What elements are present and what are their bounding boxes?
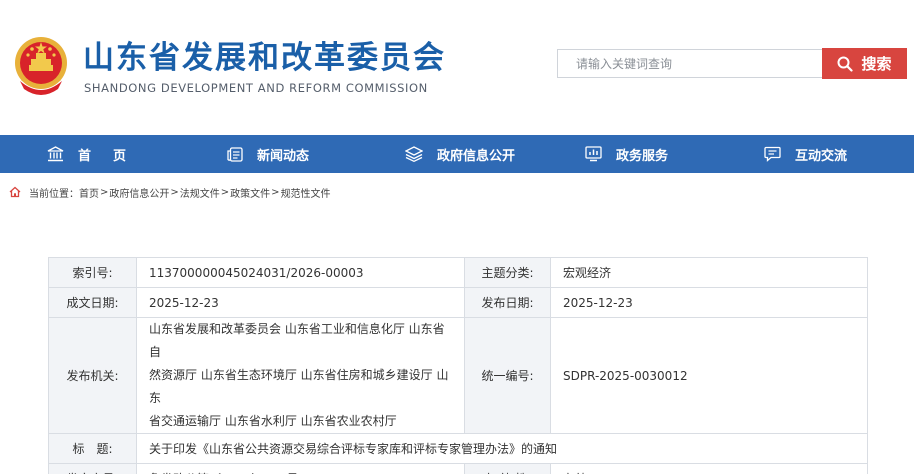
home-icon [9, 186, 21, 198]
layers-icon [405, 146, 423, 162]
site-header: 山东省发展和改革委员会 SHANDONG DEVELOPMENT AND REF… [0, 0, 914, 135]
topic-label: 主题分类: [464, 257, 551, 288]
doc-number-label: 发文字号: [48, 463, 137, 474]
nav-item-label: 政务服务 [616, 148, 669, 164]
index-label: 索引号: [48, 257, 137, 288]
breadcrumb-separator: > [220, 186, 230, 198]
issuer-value: 山东省发展和改革委员会 山东省工业和信息化厅 山东省自 然资源厅 山东省生态环境… [136, 317, 465, 434]
nav-item-services[interactable]: 政务服务 [585, 135, 668, 173]
code-label: 统一编号: [464, 317, 551, 434]
nav-item-gov-info[interactable]: 政府信息公开 [405, 135, 515, 173]
search-button-label: 搜索 [861, 55, 892, 73]
search-input[interactable] [558, 50, 822, 77]
search-button[interactable]: 搜索 [822, 48, 907, 79]
table-row: 发布机关: 山东省发展和改革委员会 山东省工业和信息化厅 山东省自 然资源厅 山… [48, 317, 868, 434]
date-value: 2025-12-23 [136, 287, 465, 318]
nav-item-label: 政府信息公开 [437, 148, 516, 164]
breadcrumb-item-gov-info[interactable]: 政府信息公开 [109, 185, 169, 200]
issuer-line: 山东省发展和改革委员会 山东省工业和信息化厅 山东省自 [149, 322, 445, 359]
breadcrumb-separator: > [170, 186, 179, 198]
nav-item-news[interactable]: 新闻动态 [227, 135, 309, 173]
publish-date-label: 发布日期: [464, 287, 551, 318]
news-icon [227, 146, 243, 162]
search-icon [837, 56, 854, 72]
table-row: 标 题: 关于印发《山东省公共资源交易综合评标专家库和评标专家管理办法》的通知 [48, 433, 868, 464]
breadcrumb-item-regulations[interactable]: 法规文件 [180, 185, 220, 200]
national-emblem-icon [15, 37, 67, 95]
breadcrumb: 当前位置： 首页 > 政府信息公开 > 法规文件 > 政策文件 > 规范性文件 [9, 185, 331, 200]
nav-item-home[interactable]: 首页 [47, 135, 148, 173]
search-box [557, 49, 823, 78]
table-row: 成文日期: 2025-12-23 发布日期: 2025-12-23 [48, 287, 868, 318]
topic-value: 宏观经济 [550, 257, 868, 288]
breadcrumb-item-policy[interactable]: 政策文件 [230, 185, 270, 200]
validity-value: 有效 [550, 463, 868, 474]
breadcrumb-prefix: 当前位置： [29, 188, 79, 200]
breadcrumb-separator: > [100, 186, 109, 198]
index-value: 113700000045024031/2026-00003 [136, 257, 465, 288]
nav-item-label: 首页 [78, 148, 149, 164]
site-title: 山东省发展和改革委员会 [83, 40, 446, 76]
validity-label: 有 效 性: [464, 463, 551, 474]
breadcrumb-separator: > [271, 186, 280, 198]
title-value: 关于印发《山东省公共资源交易综合评标专家库和评标专家管理办法》的通知 [136, 433, 868, 464]
code-value: SDPR-2025-0030012 [550, 317, 868, 434]
breadcrumb-item-home[interactable]: 首页 [79, 185, 99, 200]
title-label: 标 题: [48, 433, 137, 464]
publish-date-value: 2025-12-23 [550, 287, 868, 318]
site-subtitle: SHANDONG DEVELOPMENT AND REFORM COMMISSI… [84, 81, 428, 95]
main-nav: 首页 新闻动态 政府信息公开 政务服务 互动交流 [0, 135, 914, 173]
issuer-line: 省交通运输厅 山东省水利厅 山东省农业农村厅 [149, 414, 397, 428]
breadcrumb-item-normative[interactable]: 规范性文件 [281, 185, 331, 200]
issuer-label: 发布机关: [48, 317, 137, 434]
chart-icon [585, 146, 602, 162]
nav-item-label: 互动交流 [795, 148, 848, 164]
nav-item-interaction[interactable]: 互动交流 [764, 135, 847, 173]
doc-number-value: 鲁发改公管〔2025〕908号 [136, 463, 465, 474]
table-row: 索引号: 113700000045024031/2026-00003 主题分类:… [48, 257, 868, 288]
building-icon [47, 146, 64, 162]
chat-icon [764, 146, 781, 162]
date-label: 成文日期: [48, 287, 137, 318]
nav-item-label: 新闻动态 [257, 148, 310, 164]
table-row: 发文字号: 鲁发改公管〔2025〕908号 有 效 性: 有效 [48, 463, 868, 474]
issuer-line: 然资源厅 山东省生态环境厅 山东省住房和城乡建设厅 山东 [149, 368, 449, 405]
document-info-table: 索引号: 113700000045024031/2026-00003 主题分类:… [48, 257, 868, 474]
